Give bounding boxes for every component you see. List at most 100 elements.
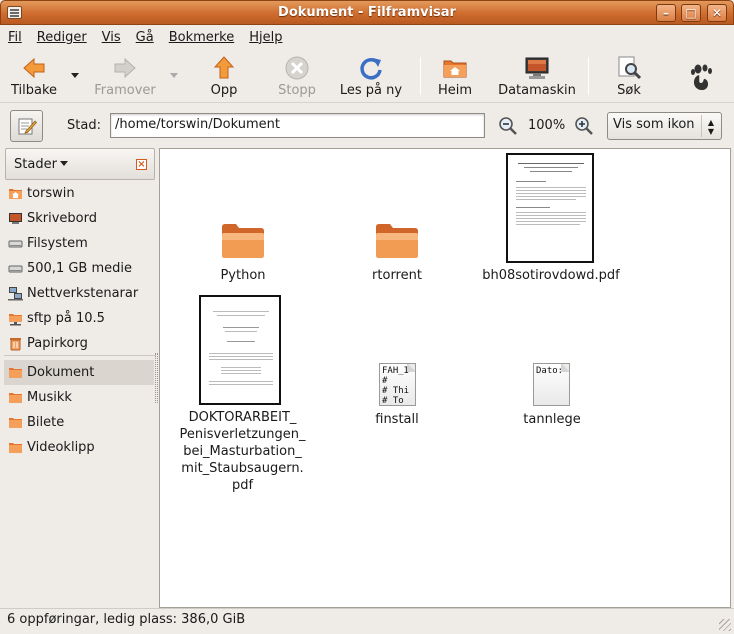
view-mode-select[interactable]: Vis som ikon ▲ ▼ xyxy=(607,112,722,140)
file-name: bh08sotirovdowd.pdf xyxy=(482,268,620,283)
folder-icon xyxy=(9,393,22,403)
window-menu-icon[interactable] xyxy=(7,6,22,19)
computer-label: Datamaskin xyxy=(498,83,576,98)
pane-splitter[interactable] xyxy=(155,353,158,403)
folder-icon xyxy=(9,443,22,453)
file-name: tannlege xyxy=(523,412,581,427)
back-history-chevron-icon[interactable] xyxy=(71,73,79,78)
reload-label: Les på ny xyxy=(339,83,403,98)
file-icon-view: Python rtorrent bh08sotirovdowd.pdf DOKT… xyxy=(159,148,731,608)
sidebar-item-label: Videoklipp xyxy=(27,440,95,455)
stop-icon xyxy=(285,56,309,80)
sidebar-item-videoklipp[interactable]: Videoklipp xyxy=(4,435,154,460)
forward-arrow-icon xyxy=(114,57,136,79)
zoom-out-icon[interactable] xyxy=(498,116,518,136)
home-button[interactable]: Heim xyxy=(434,53,476,99)
gnome-foot-icon xyxy=(691,64,712,91)
toggle-location-edit-button[interactable] xyxy=(10,110,43,142)
text-file-icon: FAH_I # # Thi # To xyxy=(379,363,416,406)
sidebar-item-label: Nettverkstenarar xyxy=(27,286,139,301)
view-mode-value: Vis som ikon xyxy=(613,117,695,132)
computer-button[interactable]: Datamaskin xyxy=(495,53,579,99)
file-item-tannlege[interactable]: Dato: tannlege xyxy=(492,363,612,433)
search-label: Søk xyxy=(617,83,641,98)
file-name-line: bei_Masturbation_ xyxy=(183,444,302,459)
home-folder-icon xyxy=(9,189,22,199)
forward-button[interactable]: Framover xyxy=(92,53,158,99)
up-button[interactable]: Opp xyxy=(204,53,244,99)
file-name-line: Penisverletzungen_ xyxy=(179,427,306,442)
location-path-input[interactable]: /home/torswin/Dokument xyxy=(110,113,485,138)
status-text: 6 oppføringar, ledig plass: 386,0 GiB xyxy=(7,612,246,627)
title-bar: Dokument - Filframvisar – □ ✕ xyxy=(0,0,734,25)
close-button[interactable]: ✕ xyxy=(707,4,727,22)
file-name: finstall xyxy=(375,412,419,427)
file-name: rtorrent xyxy=(372,268,422,283)
sidebar-item-label: Bilete xyxy=(27,415,65,430)
sidebar-item-network[interactable]: Nettverkstenarar xyxy=(4,281,154,306)
sidebar-item-bilete[interactable]: Bilete xyxy=(4,410,154,435)
back-arrow-icon xyxy=(23,57,45,79)
minimize-button[interactable]: – xyxy=(656,4,676,22)
pdf-thumbnail-icon xyxy=(506,153,594,263)
folder-icon xyxy=(222,224,264,258)
toolbar: Tilbake Framover Opp Stopp Les på ny Hei… xyxy=(0,49,734,103)
sidebar-item-500gb-media[interactable]: 500,1 GB medie xyxy=(4,256,154,281)
up-arrow-icon xyxy=(213,56,235,79)
file-item-bh08-pdf[interactable]: bh08sotirovdowd.pdf xyxy=(476,153,626,285)
forward-label: Framover xyxy=(94,83,156,98)
trash-icon xyxy=(10,338,21,351)
sidebar-item-skrivebord[interactable]: Skrivebord xyxy=(4,206,154,231)
maximize-button[interactable]: □ xyxy=(681,4,701,22)
search-button[interactable]: Søk xyxy=(608,53,650,99)
search-icon xyxy=(618,56,642,80)
sidebar-close-icon[interactable]: × xyxy=(136,159,147,170)
sidebar-divider xyxy=(4,355,156,356)
computer-icon xyxy=(525,57,549,79)
drive-icon xyxy=(8,265,23,273)
file-name: Python xyxy=(220,268,266,283)
back-label: Tilbake xyxy=(10,83,58,98)
sidebar-item-trash[interactable]: Papirkorg xyxy=(4,331,154,356)
file-name-line: mit_Staubsaugern. xyxy=(181,461,304,476)
sidebar-item-label: sftp på 10.5 xyxy=(27,311,105,326)
forward-history-chevron-icon[interactable] xyxy=(170,73,178,78)
stop-button[interactable]: Stopp xyxy=(274,53,320,99)
file-item-rtorrent[interactable]: rtorrent xyxy=(337,221,457,291)
desktop-icon xyxy=(9,213,22,224)
menu-file[interactable]: Fil xyxy=(6,30,24,45)
resize-grip-icon[interactable] xyxy=(719,619,731,631)
sidebar-item-label: Musikk xyxy=(27,390,72,405)
menu-help[interactable]: Hjelp xyxy=(247,30,284,45)
location-bar: Stad: /home/torswin/Dokument 100% Vis so… xyxy=(0,104,734,146)
menu-edit[interactable]: Rediger xyxy=(35,30,89,45)
file-item-doktorarbeit-pdf[interactable]: DOKTORARBEIT_ Penisverletzungen_ bei_Mas… xyxy=(175,295,310,495)
reload-button[interactable]: Les på ny xyxy=(338,53,404,99)
menu-bookmarks[interactable]: Bokmerke xyxy=(167,30,236,45)
chevron-down-icon xyxy=(59,161,68,166)
menu-view[interactable]: Vis xyxy=(100,30,123,45)
sidebar-item-filsystem[interactable]: Filsystem xyxy=(4,231,154,256)
zoom-in-icon[interactable] xyxy=(574,116,594,136)
sidebar-item-label: Filsystem xyxy=(27,236,88,251)
sidebar-item-musikk[interactable]: Musikk xyxy=(4,385,154,410)
menu-go[interactable]: Gå xyxy=(134,30,156,45)
back-button[interactable]: Tilbake xyxy=(8,53,60,99)
sidebar-item-label: Dokument xyxy=(27,365,95,380)
menu-bar: Fil Rediger Vis Gå Bokmerke Hjelp xyxy=(0,25,734,49)
sidebar-item-dokument[interactable]: Dokument xyxy=(4,360,154,385)
file-item-python[interactable]: Python xyxy=(183,221,303,291)
sidebar-item-sftp[interactable]: sftp på 10.5 xyxy=(4,306,154,331)
up-label: Opp xyxy=(210,83,238,98)
file-item-finstall[interactable]: FAH_I # # Thi # To finstall xyxy=(337,363,457,433)
sidebar-item-label: Papirkorg xyxy=(27,336,88,351)
sidebar-header[interactable]: Stader × xyxy=(5,148,155,180)
zoom-level: 100% xyxy=(528,118,566,133)
network-folder-icon xyxy=(9,314,22,326)
stop-label: Stopp xyxy=(278,83,316,98)
folder-icon xyxy=(9,418,22,428)
home-label: Heim xyxy=(437,83,473,98)
home-folder-icon xyxy=(443,60,467,78)
places-sidebar: Stader × torswin Skrivebord Filsystem 50… xyxy=(4,148,156,608)
sidebar-item-torswin[interactable]: torswin xyxy=(4,181,154,206)
